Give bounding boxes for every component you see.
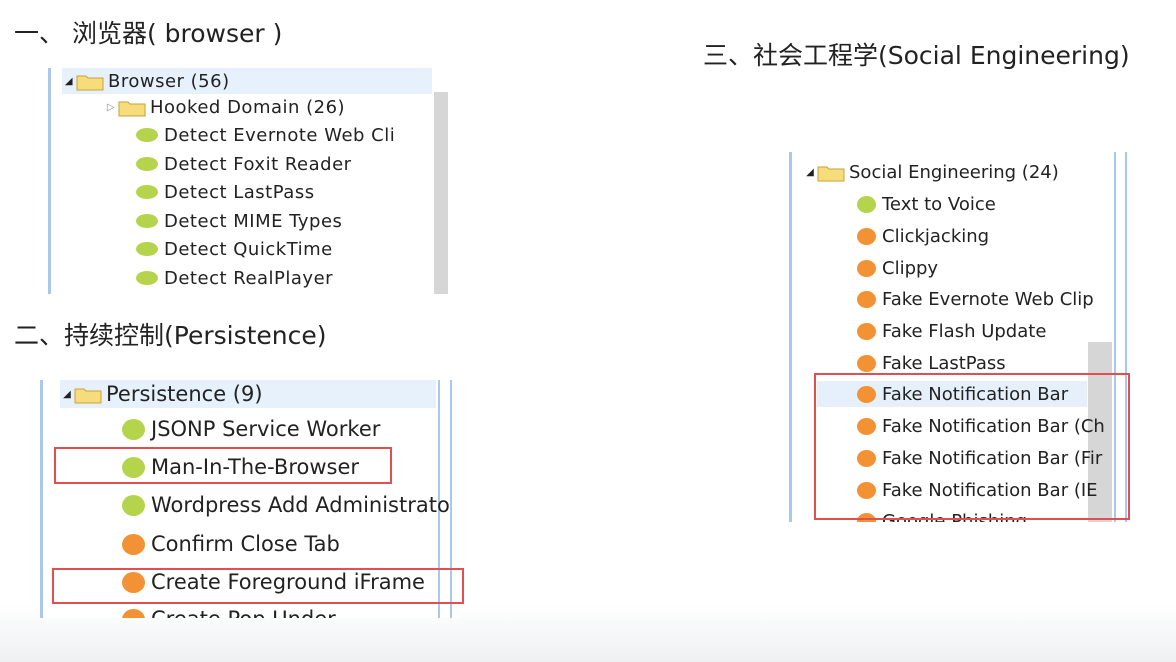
tree-node-persistence[interactable]: ◢ Persistence (9) [60,380,436,408]
heading-persistence: 二、持续控制(Persistence) [14,321,327,350]
tree-item[interactable]: Fake Flash Update [857,318,1046,344]
expand-triangle-icon[interactable]: ◢ [62,76,76,87]
tree-item-label: Detect Evernote Web Cli [164,124,396,146]
tree-item-label: Detect LastPass [164,181,315,203]
folder-icon [76,72,104,91]
tree-item[interactable]: Fake Evernote Web Clip [857,286,1094,312]
highlight-box [52,568,464,604]
expand-triangle-icon[interactable]: ◢ [60,389,74,400]
tree-item[interactable]: Detect QuickTime [136,236,333,262]
tree-item-label: Detect MIME Types [164,210,343,232]
tree-item[interactable]: Confirm Close Tab [122,529,340,559]
collapse-triangle-icon[interactable]: ▷ [104,102,118,113]
heading-browser: 一、 浏览器( browser ) [14,19,283,48]
tree-item-label: Confirm Close Tab [151,532,340,556]
tree-item-label: Detect Foxit Reader [164,153,352,175]
tree-item-label: Clippy [882,257,939,279]
status-green-icon [136,185,158,199]
tree-item[interactable]: Create Pop Under [122,604,336,618]
tree-item[interactable]: Detect RealPlayer [136,265,333,291]
highlight-box [814,373,1130,520]
status-green-icon [857,195,876,213]
tree-border [40,380,43,618]
tree-item-label: Wordpress Add Administrato [151,493,450,517]
status-green-icon [136,271,158,285]
tree-item[interactable]: Detect Evernote Web Cli [136,122,395,148]
tree-item[interactable]: Detect MIME Types [136,208,342,234]
status-green-icon [122,494,145,516]
status-green-icon [136,128,158,142]
status-orange-icon [857,354,876,372]
tree-item[interactable]: Wordpress Add Administrato [122,490,450,520]
tree-item-label: Detect RealPlayer [164,267,334,289]
tree-item-label: Fake Evernote Web Clip [882,288,1094,310]
tree-border [48,68,51,294]
status-green-icon [136,214,158,228]
highlight-box [54,447,392,484]
tree-item[interactable]: Clippy [857,255,938,281]
tree-node-label: Browser (56) [108,70,230,92]
tree-item-label: Detect QuickTime [164,238,333,260]
tree-item[interactable]: Detect Foxit Reader [136,151,352,177]
tree-node-hooked-domain[interactable]: ▷ Hooked Domain (26) [104,94,345,120]
status-orange-icon [857,259,876,277]
tree-item[interactable]: Clickjacking [857,223,989,249]
tree-item[interactable]: Detect LastPass [136,179,315,205]
status-orange-icon [857,227,876,245]
folder-icon [74,385,102,404]
tree-border [789,152,792,522]
folder-icon [817,163,845,182]
browser-tree-panel: ◢ Browser (56) ▷ Hooked Domain (26) Dete… [48,68,450,294]
status-orange-icon [122,533,145,555]
tree-node-browser[interactable]: ◢ Browser (56) [62,68,432,94]
tree-item[interactable]: JSONP Service Worker [122,414,380,444]
tree-item-label: Clickjacking [882,225,990,247]
tree-item-label: JSONP Service Worker [151,417,381,441]
tree-item-label: Text to Voice [882,193,996,215]
folder-icon [118,98,146,117]
tree-item-label: Create Pop Under [151,607,336,618]
status-orange-icon [857,322,876,340]
scrollbar[interactable] [434,92,448,294]
status-green-icon [136,157,158,171]
status-orange-icon [122,608,145,618]
tree-item-label: Fake LastPass [882,352,1006,374]
tree-node-label: Persistence (9) [106,382,263,406]
status-green-icon [136,242,158,256]
tree-node-label: Social Engineering (24) [849,161,1059,183]
tree-node-social-engineering[interactable]: ◢ Social Engineering (24) [803,159,1059,185]
tree-node-label: Hooked Domain (26) [150,96,346,118]
heading-social-engineering: 三、社会工程学(Social Engineering) [703,41,1130,70]
expand-triangle-icon[interactable]: ◢ [803,167,817,178]
status-green-icon [122,418,145,440]
tree-item-label: Fake Flash Update [882,320,1047,342]
status-orange-icon [857,290,876,308]
tree-item[interactable]: Text to Voice [857,191,996,217]
